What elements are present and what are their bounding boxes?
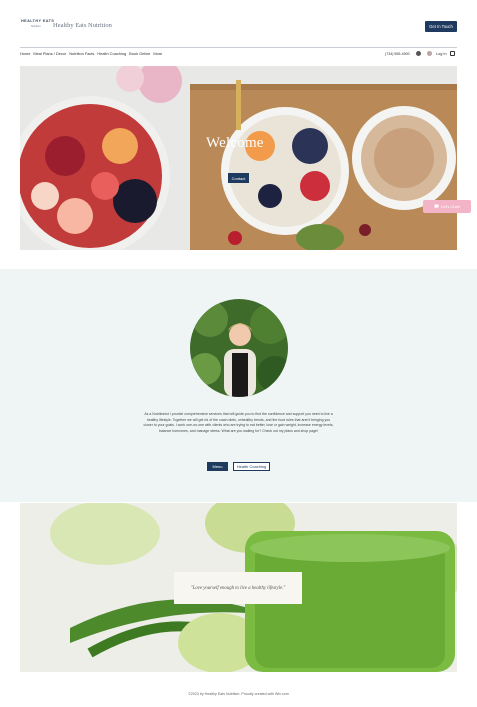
nav-item-meal-plans[interactable]: Meal Plans / Decor bbox=[33, 50, 66, 58]
nav-item-more[interactable]: More bbox=[153, 50, 162, 58]
main-nav: Home Meal Plans / Decor Nutrition Facts … bbox=[20, 50, 162, 58]
chat-label: Let's Chat! bbox=[441, 204, 460, 209]
footer-text: ©2023 by Healthy Eats Nutrition. Proudly… bbox=[188, 692, 289, 696]
health-coaching-button[interactable]: Health Coaching bbox=[233, 462, 270, 471]
nav-item-book-online[interactable]: Book Online bbox=[129, 50, 150, 58]
hero-food-illustration bbox=[20, 66, 457, 250]
menu-button[interactable]: Menu bbox=[207, 462, 228, 471]
contact-button[interactable]: Contact bbox=[228, 173, 249, 183]
chat-button[interactable]: Let's Chat! bbox=[423, 200, 471, 213]
cart-icon[interactable] bbox=[450, 51, 455, 56]
get-in-touch-button[interactable]: Get In Touch bbox=[425, 21, 457, 32]
header-divider bbox=[20, 47, 457, 48]
quote-text: "Love yourself enough to live a healthy … bbox=[190, 585, 286, 591]
logo-line-1: HEALTHY EATS bbox=[21, 19, 55, 23]
instagram-icon[interactable] bbox=[416, 51, 421, 56]
login-link[interactable]: Log In bbox=[436, 50, 447, 58]
site-footer bbox=[0, 672, 477, 707]
quote-box: "Love yourself enough to live a healthy … bbox=[174, 572, 302, 604]
bio-text: As a Nutritionist I provide comprehensiv… bbox=[143, 412, 334, 433]
hero-title: Welcome bbox=[206, 135, 264, 151]
site-logo[interactable]: HEALTHY EATS Nutrition bbox=[21, 19, 54, 33]
user-avatar-icon[interactable] bbox=[427, 51, 432, 56]
site-title[interactable]: Healthy Eats Nutrition bbox=[53, 22, 112, 29]
nav-item-home[interactable]: Home bbox=[20, 50, 30, 58]
profile-photo bbox=[190, 299, 288, 397]
nav-item-health-coaching[interactable]: Health Coaching bbox=[97, 50, 126, 58]
phone-number[interactable]: (734) 555-4900 bbox=[385, 50, 410, 58]
logo-line-2: Nutrition bbox=[31, 25, 41, 28]
profile-photo-illustration bbox=[190, 299, 288, 397]
chat-bubble-icon bbox=[434, 204, 439, 209]
nav-item-nutrition-facts[interactable]: Nutrition Facts bbox=[69, 50, 94, 58]
hero-image bbox=[20, 66, 457, 250]
